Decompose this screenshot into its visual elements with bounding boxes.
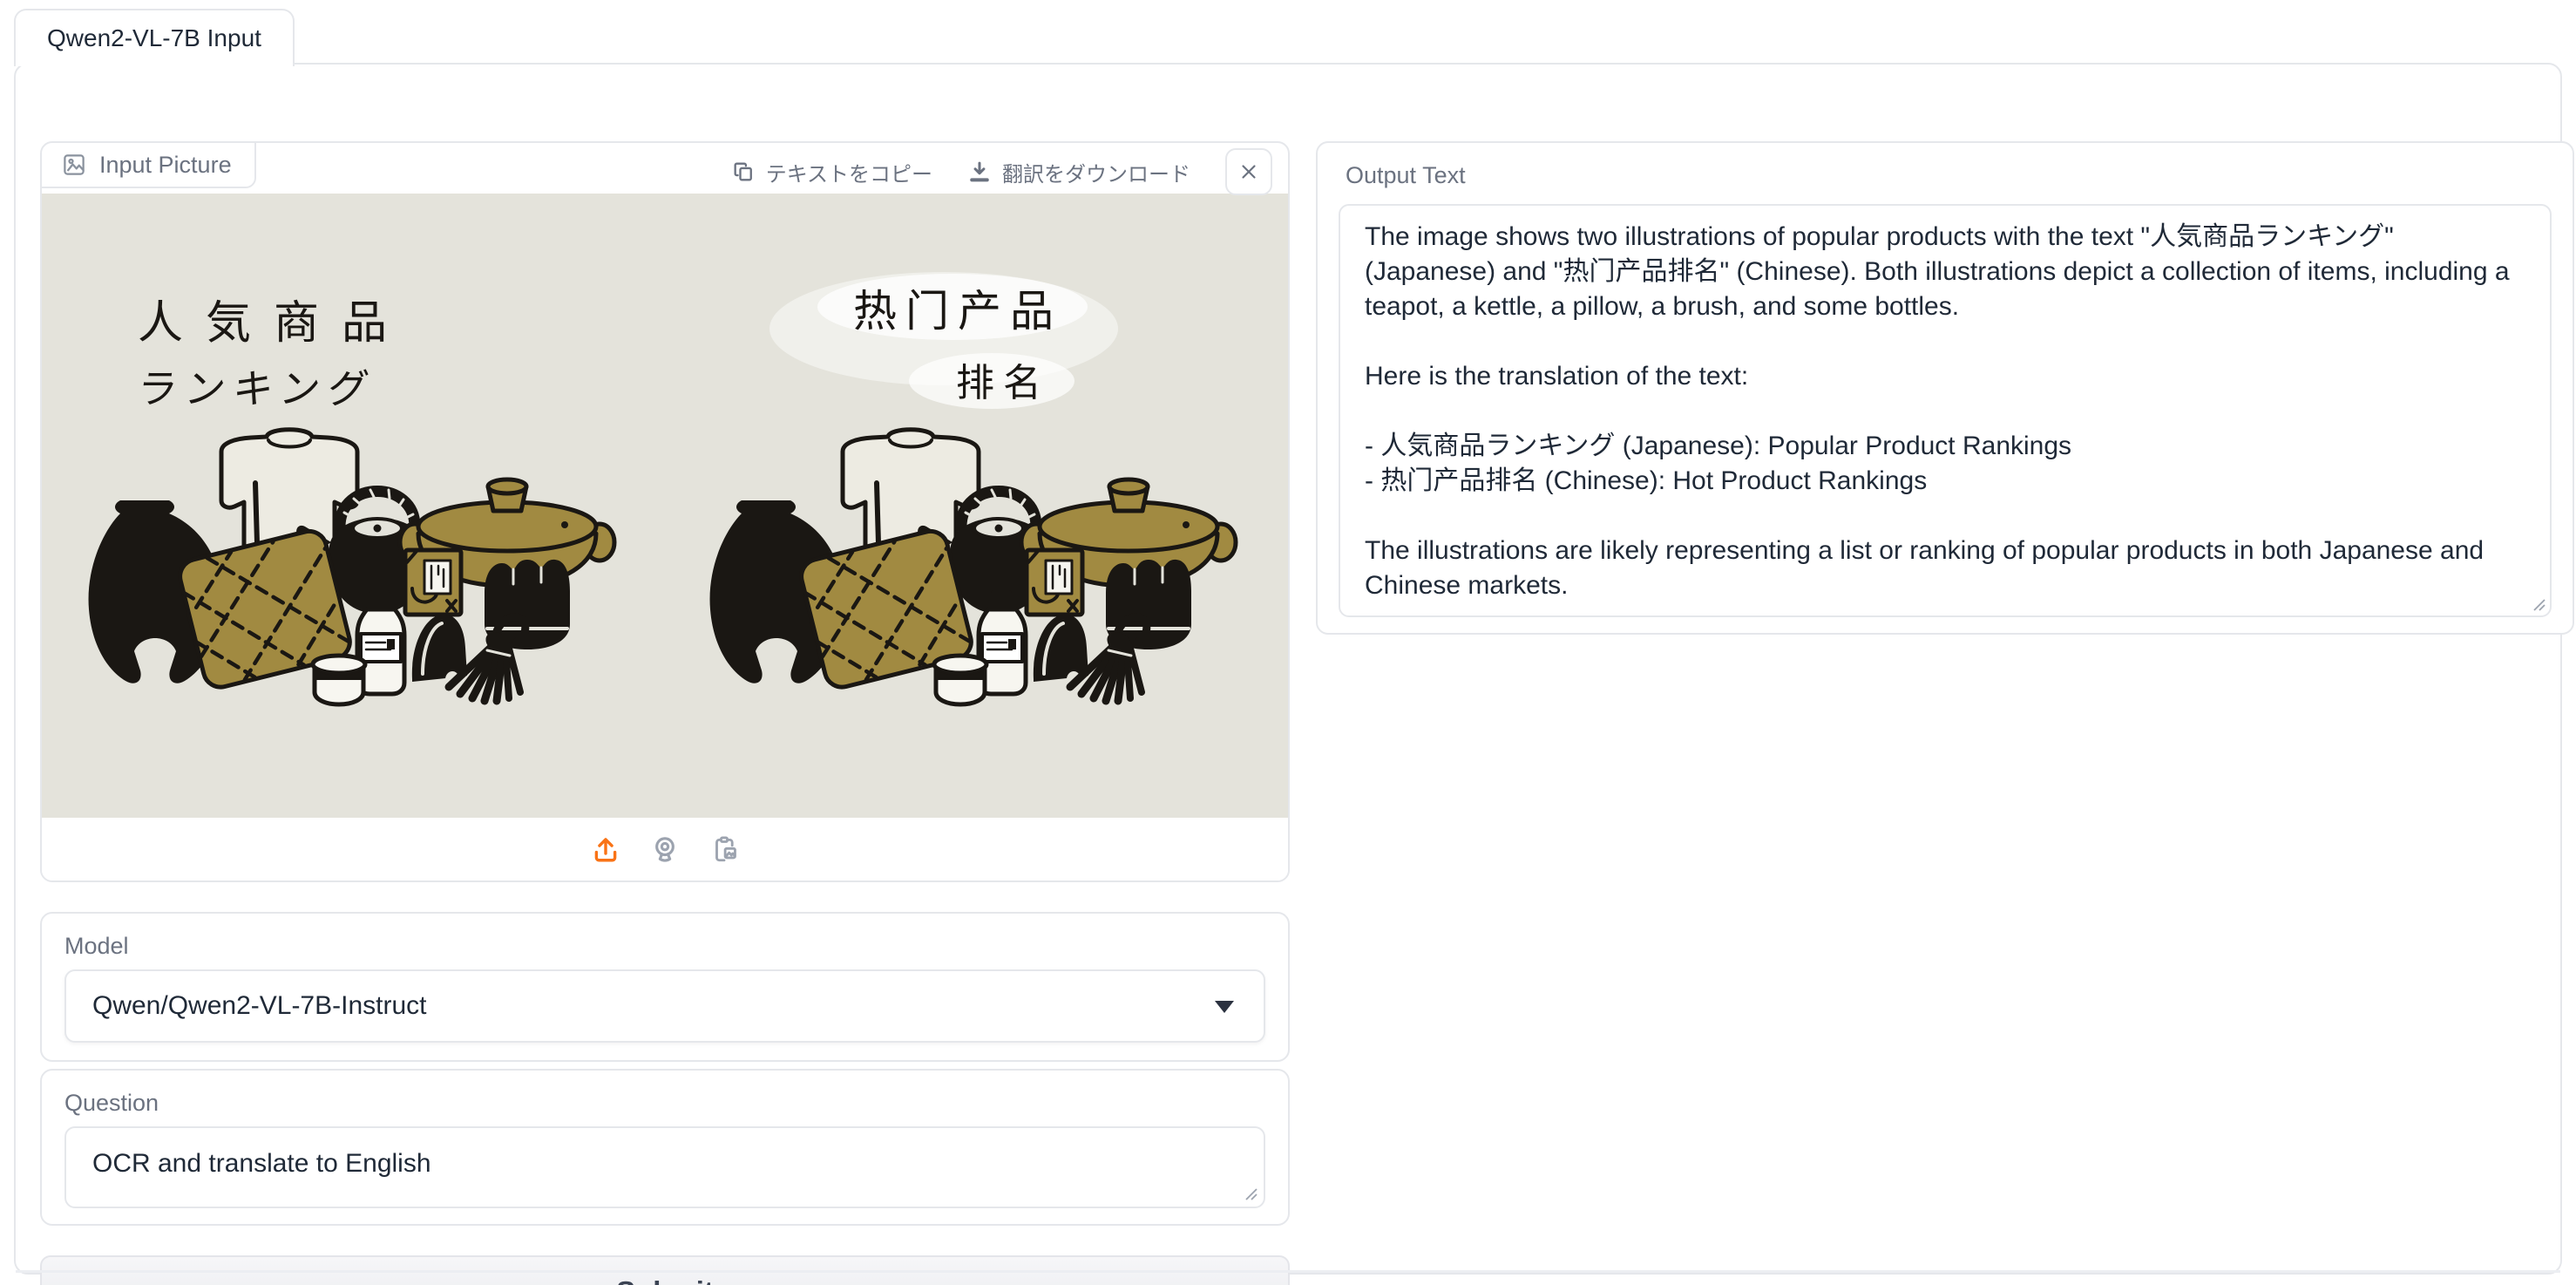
japanese-title-line2: ランキング — [134, 365, 379, 412]
input-image-component: Input Picture テキストをコピー 翻訳をダウンロード — [40, 141, 1290, 882]
tab-label: Qwen2-VL-7B Input — [47, 24, 261, 52]
submit-label: Submit — [616, 1275, 714, 1285]
model-group: Model Qwen/Qwen2-VL-7B-Instruct — [40, 912, 1290, 1062]
page-bottom-divider — [16, 1270, 2560, 1273]
input-picture-label-text: Input Picture — [99, 152, 232, 179]
tab-panel: Input Picture テキストをコピー 翻訳をダウンロード — [14, 63, 2562, 1275]
question-label: Question — [64, 1090, 159, 1117]
uploaded-image[interactable]: 人気商品 ランキング 热门产品 排名 — [42, 194, 1288, 819]
question-input-value: OCR and translate to English — [92, 1149, 431, 1179]
copy-icon — [731, 160, 756, 184]
model-dropdown[interactable]: Qwen/Qwen2-VL-7B-Instruct — [64, 969, 1265, 1043]
copy-text-label: テキストをコピー — [766, 157, 932, 187]
clipboard-image-icon — [709, 834, 739, 864]
download-translation-button[interactable]: 翻訳をダウンロード — [967, 157, 1190, 187]
question-group: Question OCR and translate to English — [40, 1069, 1290, 1226]
resize-handle-icon[interactable] — [2530, 595, 2547, 613]
japanese-title-line1: 人気商品 — [138, 297, 410, 350]
model-dropdown-value: Qwen/Qwen2-VL-7B-Instruct — [92, 991, 426, 1021]
upload-icon — [591, 834, 620, 864]
question-input[interactable]: OCR and translate to English — [64, 1126, 1265, 1208]
input-picture-label: Input Picture — [42, 143, 256, 188]
output-label: Output Text — [1346, 162, 1466, 189]
webcam-button[interactable] — [650, 834, 680, 864]
tab-qwen2-vl-7b-input[interactable]: Qwen2-VL-7B Input — [14, 9, 295, 66]
picture-icon — [61, 152, 87, 178]
model-label: Model — [64, 933, 129, 960]
close-icon — [1237, 160, 1260, 183]
webcam-icon — [650, 834, 680, 864]
resize-handle-icon[interactable] — [1242, 1185, 1259, 1202]
product-illustration-japanese: 人気商品 ランキング — [44, 194, 665, 819]
copy-text-button[interactable]: テキストをコピー — [731, 157, 932, 187]
output-textarea[interactable]: The image shows two illustrations of pop… — [1339, 204, 2552, 617]
app-window: Qwen2-VL-7B Input Input Picture — [0, 0, 2576, 1285]
product-illustration-chinese: 热门产品 排名 — [665, 194, 1286, 819]
image-toolbar: テキストをコピー 翻訳をダウンロード — [731, 148, 1272, 195]
clear-image-button[interactable] — [1225, 148, 1272, 195]
image-source-bar — [42, 818, 1288, 880]
paste-clipboard-button[interactable] — [709, 834, 739, 864]
upload-button[interactable] — [591, 834, 620, 864]
download-translation-label: 翻訳をダウンロード — [1002, 157, 1190, 187]
output-group: Output Text The image shows two illustra… — [1316, 141, 2574, 635]
chinese-title-line1: 热门产品 — [853, 287, 1062, 336]
chinese-title-line2: 排名 — [956, 362, 1050, 405]
chevron-down-icon — [1215, 1001, 1234, 1013]
download-icon — [967, 160, 992, 184]
